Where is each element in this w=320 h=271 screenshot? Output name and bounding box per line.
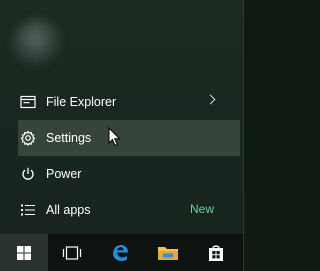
store-button[interactable] [192,234,240,271]
user-avatar[interactable] [12,18,64,70]
menu-item-file-explorer[interactable]: File Explorer [0,84,243,120]
start-button[interactable] [0,234,48,271]
new-badge: New [189,202,214,216]
file-explorer-folder-icon [158,246,178,260]
file-explorer-icon [19,93,37,111]
start-menu: File Explorer Settings Power All apps Ne… [0,0,244,271]
power-icon [19,165,37,183]
task-view-button[interactable] [48,234,96,271]
menu-item-settings[interactable]: Settings [18,120,240,156]
all-apps-icon [19,201,37,219]
menu-item-label: All apps [46,203,91,217]
task-view-icon [62,245,82,260]
taskbar [0,234,243,271]
menu-item-label: File Explorer [46,95,117,109]
edge-browser-icon [113,244,128,261]
edge-browser-button[interactable] [96,234,144,271]
menu-item-power[interactable]: Power [0,156,243,192]
windows-start-icon [17,245,31,260]
chevron-right-icon[interactable] [205,94,216,105]
file-explorer-taskbar-button[interactable] [144,234,192,271]
menu-item-label: Settings [46,131,92,145]
menu-item-all-apps[interactable]: All apps New [0,192,243,228]
mouse-cursor-icon [108,127,121,147]
start-menu-list: File Explorer Settings Power All apps Ne… [0,84,243,228]
menu-item-label: Power [46,167,82,181]
store-icon [209,244,223,261]
gear-icon [19,129,37,147]
